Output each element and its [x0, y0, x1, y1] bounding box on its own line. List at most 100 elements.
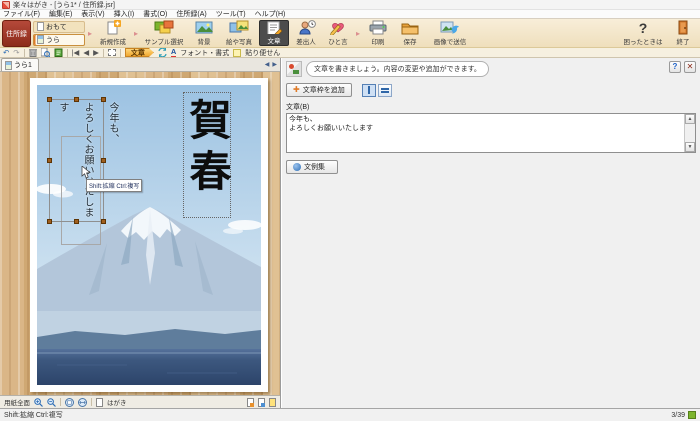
ribbon-button-oneword[interactable]: ひと言: [323, 20, 353, 46]
guide-bubble: 文章を書きましょう。内容の変更や追加ができます。: [306, 61, 489, 77]
scroll-down-icon[interactable]: ▼: [685, 142, 695, 152]
scrollbar[interactable]: ▲ ▼: [684, 114, 695, 152]
ribbon-button-background[interactable]: 背景: [189, 20, 219, 46]
send-image-icon: [440, 21, 460, 34]
selection-handle[interactable]: [101, 219, 106, 224]
fit-whole-icon[interactable]: [65, 397, 74, 407]
preview-icon[interactable]: [40, 48, 50, 57]
vertical-text-toggle[interactable]: [361, 83, 376, 97]
ribbon-label: 差出人: [296, 39, 316, 46]
page-settings-icon[interactable]: [269, 397, 276, 407]
menu-format[interactable]: 書式(O): [143, 9, 167, 19]
menu-help[interactable]: ヘルプ(H): [255, 9, 286, 19]
menu-insert[interactable]: 挿入(I): [114, 9, 135, 19]
edit-toolbar: ↶ ↷ |◀ ◀ ▶ 文章 A フォント・書式 貼り便せん: [0, 48, 700, 58]
ribbon-button-sender[interactable]: 差出人: [291, 20, 321, 46]
selection-handle[interactable]: [47, 219, 52, 224]
pane-header: 文章を書きましょう。内容の変更や追加ができます。 ? ✕: [286, 61, 696, 77]
app-icon: [2, 0, 10, 9]
sample-phrases-button[interactable]: 文例集: [286, 160, 338, 174]
swap-icon[interactable]: [158, 48, 167, 57]
menu-edit[interactable]: 編集(E): [49, 9, 72, 19]
ribbon-label: ひと言: [328, 39, 348, 46]
ribbon: 住所録 おもて うら ▸ 新規作成 ▸ サンプル選択 背景 絵や写真 文章 差出…: [0, 19, 700, 48]
message-frame-selected[interactable]: 今年も、 よろしくお願いいたします: [47, 97, 118, 224]
tab-scroll-right-icon[interactable]: ▶: [272, 61, 277, 68]
tab-back[interactable]: うら: [33, 33, 85, 46]
door-icon: [678, 20, 688, 35]
redo-icon[interactable]: ↷: [13, 49, 19, 57]
ribbon-label: 終了: [676, 39, 690, 46]
selection-handle[interactable]: [47, 158, 52, 163]
horizontal-text-toggle[interactable]: [377, 83, 392, 97]
scroll-up-icon[interactable]: ▲: [685, 114, 695, 124]
ribbon-label: 文章: [267, 38, 281, 45]
add-page-icon[interactable]: [247, 397, 254, 407]
ribbon-label: 新規作成: [100, 39, 127, 46]
selection-handle[interactable]: [74, 219, 79, 224]
selection-handle[interactable]: [101, 97, 106, 102]
title-bar: 楽々はがき - [うら1* / 住所録.jsr]: [0, 0, 700, 10]
sticky-note-icon: [233, 48, 242, 57]
font-format-button[interactable]: フォント・書式: [180, 48, 229, 58]
add-text-frame-button[interactable]: ✚ 文章枠を追加: [286, 83, 352, 97]
sticky-note-button[interactable]: 貼り便せん: [245, 48, 280, 58]
selection-handle[interactable]: [101, 158, 106, 163]
select-tool-icon[interactable]: [107, 49, 116, 56]
text-task-pane: 文章を書きましょう。内容の変更や追加ができます。 ? ✕ ✚ 文章枠を追加 文章…: [282, 58, 700, 408]
fit-width-icon[interactable]: [78, 397, 87, 407]
ribbon-button-print[interactable]: 印刷: [363, 20, 393, 46]
horizontal-text-icon: [380, 87, 389, 90]
tab-scroll-left-icon[interactable]: ◀: [265, 61, 270, 68]
ribbon-label: 保存: [403, 39, 417, 46]
exit-button[interactable]: 終了: [668, 20, 698, 46]
vertical-text-icon: [367, 86, 370, 94]
prev-page-icon[interactable]: ◀: [83, 49, 89, 57]
message-line2: よろしくお願いいたします: [57, 102, 93, 218]
document-page-icon: [5, 60, 12, 70]
zoom-in-icon[interactable]: [34, 397, 43, 407]
document-tab-back1[interactable]: うら1: [1, 58, 39, 71]
print-icon: [369, 20, 387, 35]
ribbon-label: 絵や写真: [226, 39, 253, 46]
text-input[interactable]: 今年も、 よろしくお願いいたします: [289, 115, 682, 151]
delete-icon[interactable]: [28, 48, 37, 57]
paper-icon: [96, 397, 103, 407]
duplicate-page-icon[interactable]: [258, 397, 265, 407]
pane-close-button[interactable]: ✕: [684, 61, 696, 73]
undo-icon[interactable]: ↶: [3, 49, 9, 57]
zoom-out-icon[interactable]: [47, 397, 56, 407]
greeting-frame[interactable]: 賀春: [183, 92, 232, 218]
menu-addressbook[interactable]: 住所録(A): [176, 9, 206, 19]
document-tabstrip: うら1 ◀ ▶: [0, 58, 280, 72]
next-page-icon[interactable]: ▶: [93, 49, 99, 57]
text-editor: 今年も、 よろしくお願いいたします ▲ ▼: [286, 113, 696, 153]
pane-help-button[interactable]: ?: [669, 61, 681, 73]
menu-tools[interactable]: ツール(T): [216, 9, 246, 19]
ribbon-button-send-image[interactable]: 画像で送信: [427, 20, 473, 46]
menu-file[interactable]: ファイル(F): [3, 9, 40, 19]
background-icon: [195, 21, 214, 34]
ribbon-button-new[interactable]: 新規作成: [95, 20, 131, 46]
design-canvas[interactable]: 賀春 今年も、 よろしくお願いいたします Shift:拡縮 Ctrl:複写: [0, 72, 280, 395]
fit-page-label[interactable]: 用紙全面: [4, 397, 30, 407]
selection-handle[interactable]: [47, 97, 52, 102]
chevron-icon: ▸: [88, 28, 93, 38]
help-button[interactable]: ? 困ったときは: [620, 20, 666, 46]
address-list-icon[interactable]: [54, 48, 63, 57]
postcard[interactable]: 賀春 今年も、 よろしくお願いいたします Shift:拡縮 Ctrl:複写: [30, 78, 268, 392]
tab-back-label: うら: [46, 36, 60, 44]
ribbon-button-sample[interactable]: サンプル選択: [141, 20, 187, 46]
selection-handle[interactable]: [74, 97, 79, 102]
front-page-icon: [37, 22, 44, 31]
address-book-button[interactable]: 住所録: [2, 20, 31, 47]
ribbon-button-text[interactable]: 文章: [259, 20, 290, 46]
mode-chip: 文章: [125, 48, 154, 57]
ribbon-label: 画像で送信: [433, 39, 467, 46]
ribbon-button-save[interactable]: 保存: [395, 20, 425, 46]
page-grid-icon[interactable]: [688, 411, 696, 419]
tab-front[interactable]: おもて: [33, 20, 85, 33]
first-page-icon[interactable]: |◀: [72, 49, 80, 57]
menu-view[interactable]: 表示(V): [81, 9, 104, 19]
ribbon-button-pictures[interactable]: 絵や写真: [221, 20, 257, 46]
